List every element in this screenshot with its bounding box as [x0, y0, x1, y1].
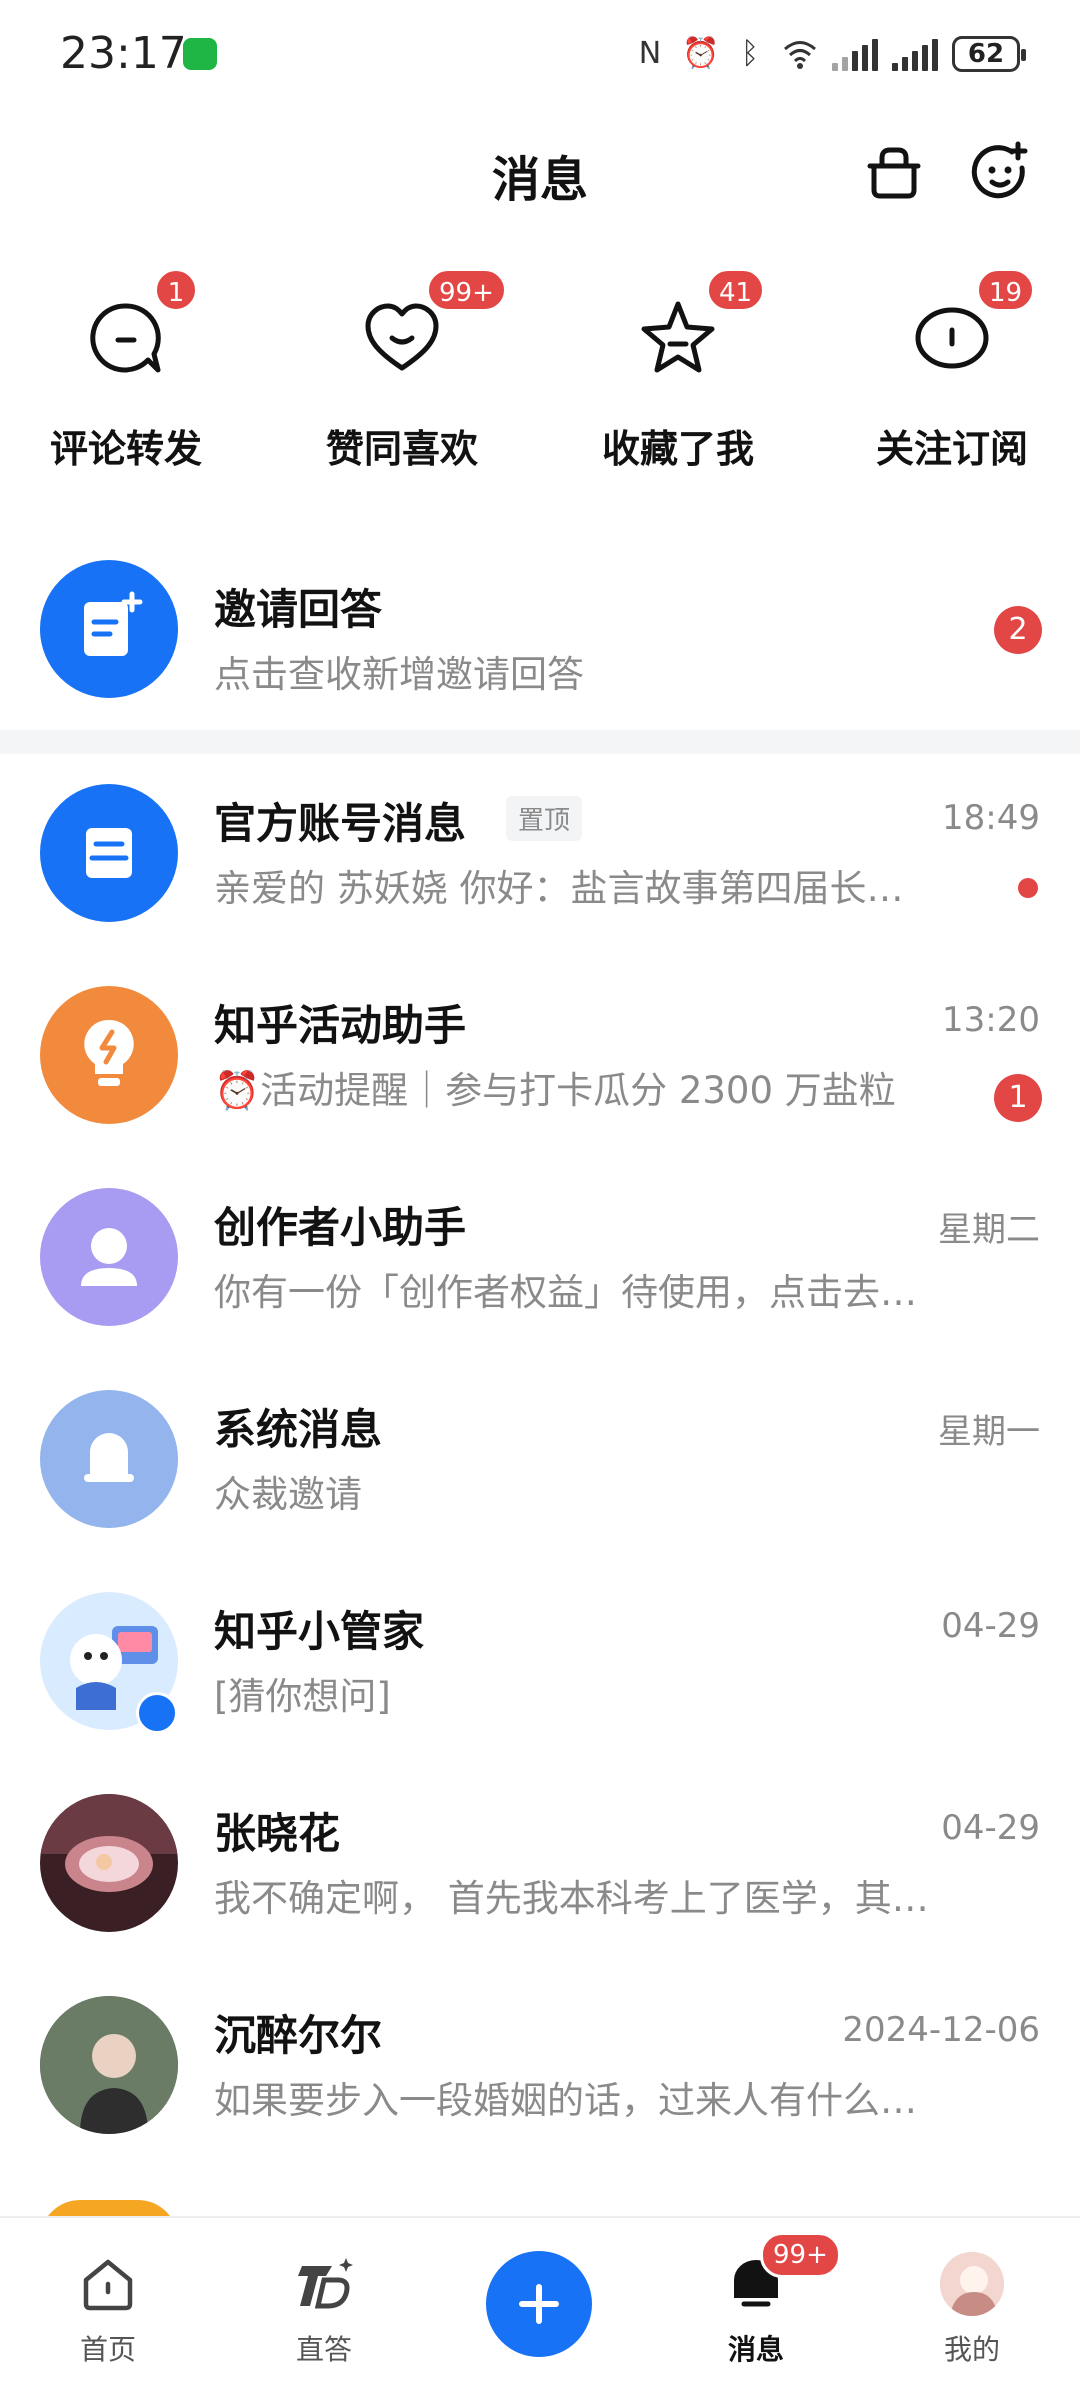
shop-icon[interactable]	[862, 140, 926, 204]
list-item[interactable]: 知乎小管家 04-29 [猜你想问]	[0, 1560, 1080, 1762]
list-item[interactable]: 官方账号消息 置顶 18:49 亲爱的 苏妖娆 你好：盐言故事第四届长…	[0, 752, 1080, 954]
status-icons: N ⏰ ᛒ 62	[632, 30, 1026, 78]
message-preview: 我不确定啊， 首先我本科考上了医学，其…	[214, 1877, 929, 1920]
tab-label: 我的	[943, 2333, 1000, 2366]
invite-subtitle: 点击查收新增邀请回答	[214, 653, 584, 696]
heart-icon	[365, 303, 439, 371]
message-preview: 众裁邀请	[214, 1473, 362, 1516]
status-bar: 23:17 N ⏰ ᛒ 62	[0, 0, 1080, 108]
tab-label: 首页	[79, 2333, 136, 2366]
wechat-icon	[183, 38, 217, 70]
conversation-name: 知乎小管家	[214, 1607, 425, 1656]
message-time: 2024-12-06	[842, 2010, 1040, 2050]
message-time: 04-29	[941, 1808, 1040, 1848]
tab-label: 直答	[295, 2333, 352, 2366]
conversation-name: 知乎活动助手	[214, 1001, 467, 1050]
comment-icon	[90, 303, 161, 373]
user-avatar	[40, 1794, 178, 1932]
invite-icon	[40, 560, 178, 698]
signal-icon	[892, 37, 938, 71]
section-divider	[0, 730, 1080, 754]
nfc-icon: N	[638, 36, 662, 71]
message-time: 18:49	[942, 798, 1040, 838]
conversation-name: 张晓花	[214, 1809, 341, 1858]
tab-profile[interactable]: 我的	[864, 2218, 1080, 2389]
unread-dot	[1018, 878, 1038, 898]
category-like[interactable]: 99+ 赞同喜欢	[292, 262, 512, 482]
message-preview: [猜你想问]	[214, 1675, 391, 1718]
badge: 41	[706, 268, 766, 312]
invite-title: 邀请回答	[214, 585, 383, 634]
conversation-name: 官方账号消息	[214, 799, 467, 848]
conversation-name: 沉醉尔尔	[214, 2011, 383, 2060]
category-label: 评论转发	[49, 427, 202, 471]
bluetooth-icon: ᛒ	[741, 36, 759, 71]
category-comment[interactable]: 1 评论转发	[16, 262, 236, 482]
list-item[interactable]: 张晓花 04-29 我不确定啊， 首先我本科考上了医学，其…	[0, 1762, 1080, 1964]
unread-badge: 2	[994, 606, 1042, 654]
invite-answer-row[interactable]: 邀请回答 点击查收新增邀请回答 2	[0, 548, 1080, 712]
pinned-tag: 置顶	[506, 796, 583, 841]
category-label: 收藏了我	[601, 427, 754, 471]
list-item[interactable]: 知乎活动助手 13:20 ⏰活动提醒｜参与打卡瓜分 2300 万盐粒 1	[0, 954, 1080, 1156]
message-time: 04-29	[941, 1606, 1040, 1646]
category-row: 1 评论转发 99+ 赞同喜欢 41 收藏了我 19 关注订阅	[0, 262, 1080, 482]
category-label: 赞同喜欢	[325, 427, 478, 471]
assistant-avatar	[40, 1592, 178, 1734]
activity-assistant-icon	[40, 986, 178, 1124]
message-time: 星期二	[938, 1210, 1040, 1250]
signal-icon	[832, 37, 878, 71]
creator-assistant-icon	[40, 1188, 178, 1326]
message-time: 13:20	[942, 1000, 1040, 1040]
alarm-icon: ⏰	[682, 36, 720, 71]
verified-icon	[136, 1692, 178, 1734]
conversation-name: 系统消息	[214, 1405, 383, 1454]
tab-label: 消息	[727, 2333, 784, 2366]
status-time: 23:17	[60, 28, 187, 79]
add-friend-icon[interactable]	[968, 140, 1032, 204]
category-favorite[interactable]: 41 收藏了我	[568, 262, 788, 482]
message-preview: 亲爱的 苏妖娆 你好：盐言故事第四届长…	[214, 867, 904, 910]
badge: 99+	[760, 2232, 841, 2278]
battery-icon: 62	[952, 36, 1026, 72]
zhida-icon	[298, 2258, 353, 2309]
badge: 1	[154, 268, 198, 312]
home-icon	[83, 2259, 133, 2311]
tab-home[interactable]: 首页	[0, 2218, 216, 2389]
star-icon	[641, 301, 715, 373]
list-item[interactable]: 系统消息 星期一 众裁邀请	[0, 1358, 1080, 1560]
profile-avatar	[940, 2252, 1004, 2316]
unread-badge: 1	[994, 1074, 1042, 1122]
tab-messages[interactable]: 99+ 消息	[648, 2218, 864, 2389]
system-bell-icon	[40, 1390, 178, 1528]
user-avatar	[40, 1996, 178, 2134]
official-account-icon	[40, 784, 178, 922]
list-item[interactable]: 创作者小助手 星期二 你有一份「创作者权益」待使用，点击去…	[0, 1156, 1080, 1358]
tab-zhida[interactable]: 直答	[216, 2218, 432, 2389]
badge: 19	[976, 268, 1036, 312]
message-preview: 如果要步入一段婚姻的话，过来人有什么…	[214, 2079, 917, 2122]
message-preview: 你有一份「创作者权益」待使用，点击去…	[214, 1271, 917, 1314]
create-button[interactable]	[486, 2251, 592, 2357]
category-label: 关注订阅	[875, 427, 1028, 471]
category-follow[interactable]: 19 关注订阅	[842, 262, 1062, 482]
page-header: 消息	[0, 108, 1080, 236]
message-time: 星期一	[938, 1412, 1040, 1452]
plus-icon	[519, 2284, 559, 2324]
list-item[interactable]: 沉醉尔尔 2024-12-06 如果要步入一段婚姻的话，过来人有什么…	[0, 1964, 1080, 2166]
conversation-name: 创作者小助手	[214, 1203, 467, 1252]
follow-icon	[915, 307, 989, 369]
message-preview: ⏰活动提醒｜参与打卡瓜分 2300 万盐粒	[214, 1069, 896, 1112]
bottom-nav: 首页 直答 99+ 消息 我的	[0, 2216, 1080, 2389]
wifi-icon	[782, 36, 818, 72]
badge: 99+	[426, 268, 507, 312]
battery-level: 62	[967, 39, 1005, 69]
